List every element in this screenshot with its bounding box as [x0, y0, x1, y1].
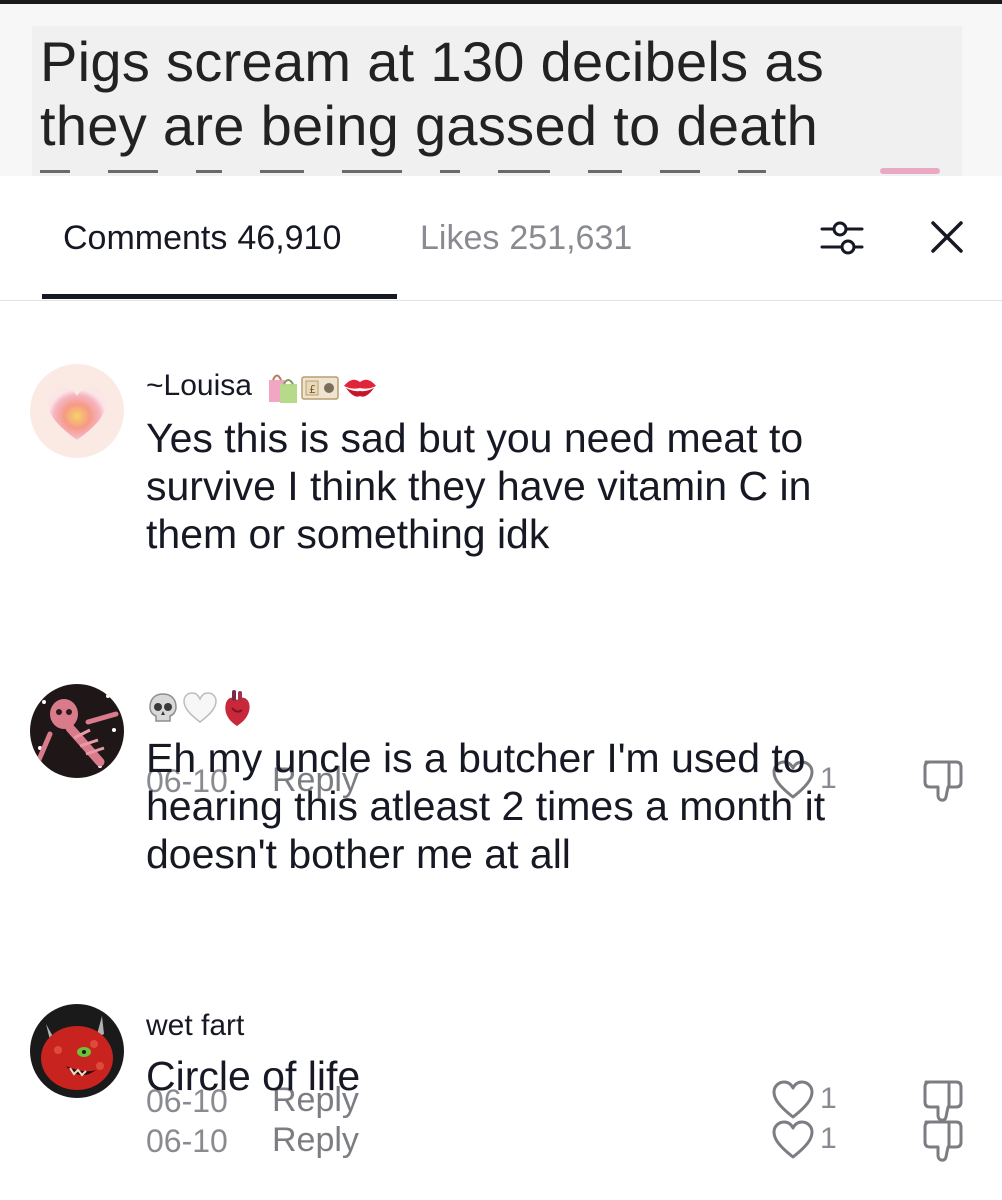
comment-username[interactable]: ~Louisa £: [146, 368, 380, 406]
pink-skeleton-avatar-image: [30, 684, 124, 778]
like-count: 1: [820, 1122, 837, 1155]
red-demon-avatar-image: [30, 1004, 124, 1098]
close-button[interactable]: [926, 216, 968, 258]
comments-screen: Pigs scream at 130 decibels as they are …: [0, 0, 1002, 1200]
comment-username[interactable]: wet fart: [146, 1008, 244, 1044]
close-icon: [931, 221, 963, 253]
comment-text: Yes this is sad but you need meat to sur…: [146, 414, 926, 558]
reply-button[interactable]: Reply: [272, 1121, 359, 1159]
dislike-button[interactable]: [918, 1116, 968, 1166]
tab-likes-count: 251,631: [509, 219, 633, 257]
avatar[interactable]: [30, 1004, 124, 1098]
filter-button[interactable]: [812, 218, 872, 258]
pink-heart-avatar-image: [30, 364, 124, 458]
kiss-mark-icon: [344, 379, 377, 397]
tab-likes-label: Likes: [420, 219, 500, 257]
comment-text: Eh my uncle is a butcher I'm used to hea…: [146, 734, 926, 878]
username-text: ~Louisa: [146, 369, 252, 402]
comment-text-line: survive I think they have vitamin C in: [146, 463, 812, 509]
comment-text-line: them or something idk: [146, 511, 550, 557]
active-tab-indicator: [42, 294, 397, 299]
comment-text-line: Circle of life: [146, 1053, 361, 1099]
comment-text-line: doesn't bother me at all: [146, 831, 571, 877]
tab-comments-count: 46,910: [237, 219, 342, 257]
comment-text-line: Yes this is sad but you need meat to: [146, 415, 804, 461]
caption-line: they are being gassed to death: [40, 94, 819, 157]
skull-icon: [149, 693, 177, 722]
avatar[interactable]: [30, 684, 124, 778]
pound-banknote-icon: £: [301, 376, 340, 400]
video-preview[interactable]: Pigs scream at 130 decibels as they are …: [0, 0, 1002, 176]
decorative-mark: [880, 168, 940, 174]
shopping-bags-icon: [269, 374, 298, 404]
comment-text-line: Eh my uncle is a butcher I'm used to: [146, 735, 806, 781]
anatomical-heart-icon: [225, 690, 250, 726]
comments-tab-bar: Comments 46,910 Likes 251,631: [0, 176, 1002, 301]
caption-line: Pigs scream at 130 decibels as: [40, 30, 825, 93]
comment-username[interactable]: [146, 688, 254, 728]
thumbs-down-icon: [923, 1120, 963, 1162]
like-button[interactable]: 1: [770, 1118, 850, 1162]
tab-comments-label: Comments: [63, 219, 228, 257]
svg-text:£: £: [309, 383, 316, 396]
white-heart-icon: [183, 692, 217, 723]
video-caption: Pigs scream at 130 decibels as they are …: [40, 30, 960, 158]
sliders-icon: [820, 221, 864, 255]
tab-comments[interactable]: Comments 46,910: [63, 218, 341, 258]
username-text: wet fart: [146, 1009, 245, 1042]
comment-text-line: hearing this atleast 2 times a month it: [146, 783, 826, 829]
heart-icon: [772, 1120, 814, 1159]
avatar[interactable]: [30, 364, 124, 458]
comment-date: 06-10: [146, 1123, 228, 1159]
top-border: [0, 0, 1002, 4]
comment-text: Circle of life: [146, 1052, 926, 1100]
tab-likes[interactable]: Likes 251,631: [420, 218, 632, 258]
comments-sheet: Comments 46,910 Likes 251,631 ~Louisa £ …: [0, 176, 1002, 1200]
